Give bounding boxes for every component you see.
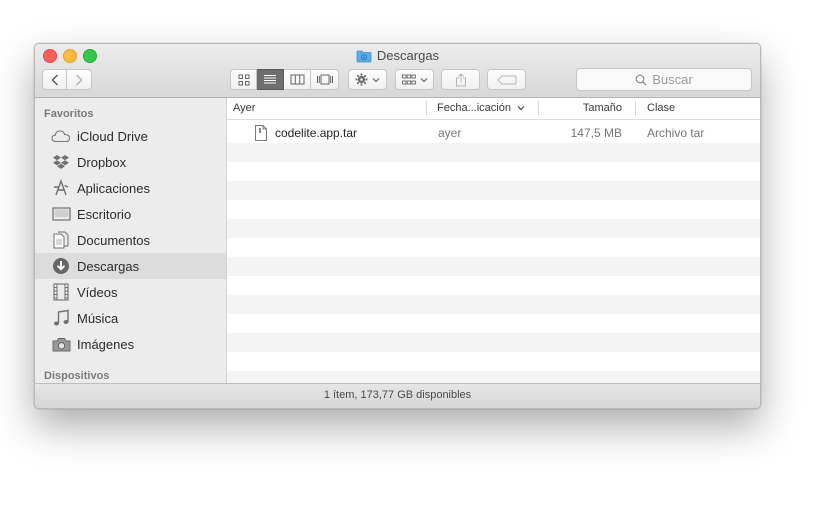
downloads-icon (51, 256, 71, 276)
sidebar-item-music[interactable]: Música (35, 305, 226, 331)
status-bar: 1 ítem, 173,77 GB disponibles (35, 383, 760, 408)
chevron-left-icon (51, 74, 58, 85)
documents-icon (51, 230, 71, 250)
desktop-icon (51, 204, 71, 224)
chevron-down-icon (420, 77, 427, 82)
view-mode-control (230, 69, 339, 90)
folder-icon (356, 49, 372, 68)
sidebar-item-pictures[interactable]: Imágenes (35, 331, 226, 357)
sidebar-item-icloud-drive[interactable]: iCloud Drive (35, 123, 226, 149)
arrange-menu-button[interactable] (395, 69, 434, 90)
file-size: 147,5 MB (570, 126, 622, 140)
icon-view-button[interactable] (230, 69, 257, 90)
arrange-icon (401, 74, 416, 84)
chevron-down-icon (372, 77, 380, 82)
sidebar-item-label: iCloud Drive (77, 128, 148, 144)
column-header-date-label: Fecha...icación (437, 102, 511, 114)
column-header-name[interactable]: Ayer (233, 98, 423, 119)
music-icon (51, 308, 71, 328)
tags-button[interactable] (487, 69, 526, 90)
table-row[interactable]: codelite.app.tar ayer 147,5 MB Archivo t… (227, 124, 760, 143)
sidebar: Favoritos iCloud Drive Dropbox Aplicacio… (35, 98, 227, 384)
chevron-right-icon (76, 74, 83, 85)
sidebar-item-dropbox[interactable]: Dropbox (35, 149, 226, 175)
toolbar: Descargas Buscar (35, 44, 760, 98)
cloud-icon (51, 126, 71, 146)
share-icon (455, 72, 466, 86)
search-field[interactable]: Buscar (576, 68, 752, 91)
camera-icon (51, 334, 71, 354)
sidebar-item-downloads[interactable]: Descargas (35, 253, 226, 279)
column-header: Ayer Fecha...icación Tamaño Clase (227, 98, 760, 120)
sort-descending-icon (517, 106, 525, 111)
applications-icon (51, 178, 71, 198)
finder-window: Descargas Buscar Favoritos iCloud Drive … (34, 43, 761, 409)
sidebar-item-label: Descargas (77, 258, 140, 274)
window-title-text: Descargas (376, 48, 440, 63)
share-button[interactable] (441, 69, 480, 90)
sidebar-item-label: Dropbox (77, 154, 127, 170)
file-date: ayer (438, 126, 462, 140)
sidebar-item-label: Documentos (77, 232, 150, 248)
tag-icon (496, 75, 516, 84)
sidebar-item-label: Aplicaciones (77, 180, 150, 196)
sidebar-item-documents[interactable]: Documentos (35, 227, 226, 253)
sidebar-item-label: Música (77, 310, 119, 326)
column-view-button[interactable] (284, 69, 311, 90)
sidebar-item-label: Vídeos (77, 284, 118, 300)
search-placeholder: Buscar (652, 72, 693, 87)
sidebar-item-label: Escritorio (77, 206, 132, 222)
sidebar-item-applications[interactable]: Aplicaciones (35, 175, 226, 201)
sidebar-item-desktop[interactable]: Escritorio (35, 201, 226, 227)
column-header-size[interactable]: Tamaño (541, 98, 622, 119)
coverflow-view-button[interactable] (311, 69, 339, 90)
action-menu-button[interactable] (348, 69, 387, 90)
list-view-button[interactable] (257, 69, 284, 90)
search-icon (635, 74, 647, 85)
forward-button[interactable] (66, 69, 92, 90)
column-header-date[interactable]: Fecha...icación (437, 98, 537, 119)
dropbox-icon (51, 152, 71, 172)
columns-icon (290, 74, 304, 85)
grid-icon (238, 74, 249, 85)
status-text: 1 ítem, 173,77 GB disponibles (323, 389, 472, 401)
back-button[interactable] (42, 69, 67, 90)
gear-icon (355, 73, 368, 86)
devices-header: Dispositivos (44, 370, 110, 382)
coverflow-icon (316, 74, 333, 85)
window-title: Descargas (35, 47, 760, 65)
column-header-kind[interactable]: Clase (647, 98, 747, 119)
list-icon (264, 74, 276, 84)
file-kind: Archivo tar (647, 126, 705, 140)
film-icon (51, 282, 71, 302)
document-icon (255, 125, 267, 144)
sidebar-item-videos[interactable]: Vídeos (35, 279, 226, 305)
sidebar-item-label: Imágenes (77, 336, 135, 352)
file-list: Ayer Fecha...icación Tamaño Clase codeli… (227, 98, 760, 384)
favorites-header: Favoritos (44, 108, 94, 120)
file-name: codelite.app.tar (275, 126, 358, 140)
